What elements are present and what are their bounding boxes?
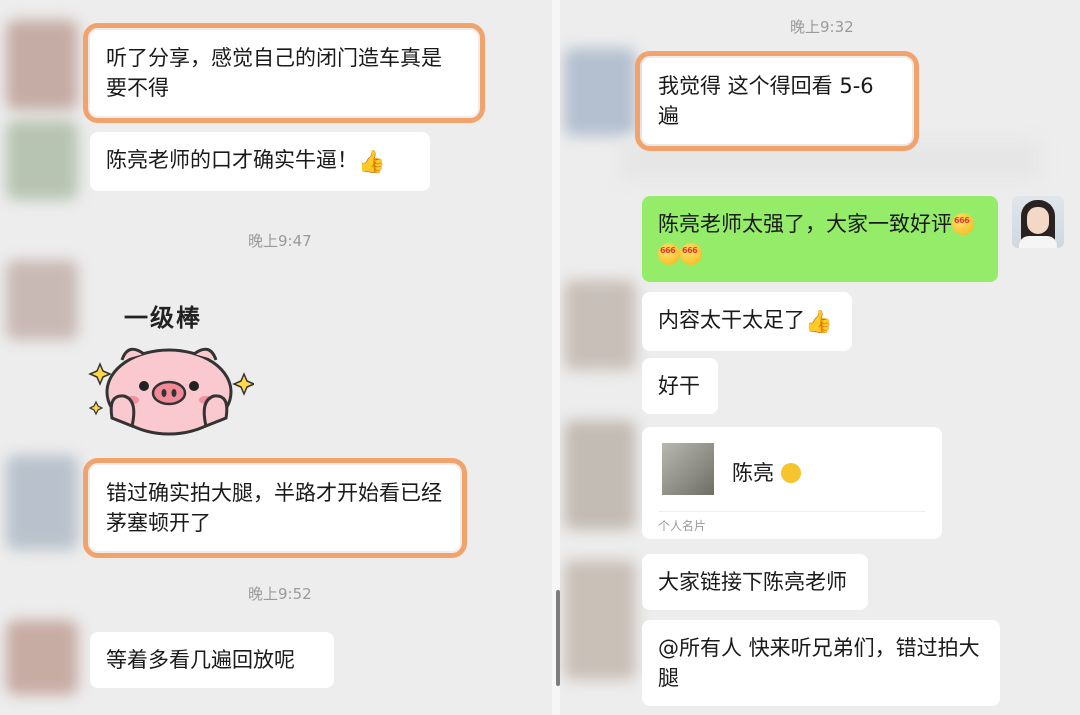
- blurred-avatar[interactable]: [564, 280, 636, 370]
- contact-name: 陈亮: [732, 457, 801, 487]
- message-text: 错过确实拍大腿，半路才开始看已经茅塞顿开了: [106, 481, 442, 535]
- timestamp: 晚上9:32: [790, 18, 854, 36]
- message-text: @所有人 快来听兄弟们，错过拍大腿: [658, 636, 980, 690]
- tongue-emoji-icon: [780, 463, 801, 483]
- blurred-avatar[interactable]: [6, 620, 78, 695]
- card-divider: [658, 511, 926, 512]
- sticker-caption: 一级棒: [124, 304, 202, 332]
- sent-message-bubble[interactable]: 陈亮老师太强了，大家一致好评: [642, 196, 998, 282]
- message-text: 我觉得 这个得回看 5-6 遍: [658, 74, 874, 128]
- blurred-avatar[interactable]: [6, 20, 78, 110]
- thumbs-up-icon: 👍: [805, 310, 833, 335]
- contact-card[interactable]: 陈亮 个人名片: [642, 427, 942, 539]
- blurred-avatar[interactable]: [6, 260, 78, 340]
- message-bubble[interactable]: 大家链接下陈亮老师: [642, 554, 868, 610]
- timestamp: 晚上9:47: [248, 232, 312, 250]
- message-bubble[interactable]: 内容太干太足了👍: [642, 292, 852, 351]
- message-text: 听了分享，感觉自己的闭门造车真是要不得: [106, 46, 442, 100]
- blurred-avatar[interactable]: [6, 455, 78, 550]
- timestamp: 晚上9:52: [248, 585, 312, 603]
- blurred-avatar[interactable]: [564, 420, 636, 530]
- thumbs-up-icon: 👍: [358, 150, 386, 175]
- emoji-666-icon: [952, 206, 974, 236]
- message-bubble[interactable]: 陈亮老师的口才确实牛逼！👍: [90, 132, 430, 191]
- emoji-666-icon: [658, 236, 680, 266]
- message-text: 内容太干太足了: [658, 308, 805, 332]
- message-text: 陈亮老师太强了，大家一致好评: [658, 212, 952, 236]
- message-text: 好干: [658, 374, 700, 398]
- message-bubble[interactable]: 听了分享，感觉自己的闭门造车真是要不得: [83, 23, 485, 123]
- message-bubble[interactable]: 等着多看几遍回放呢: [90, 632, 334, 688]
- self-avatar[interactable]: [1012, 196, 1064, 248]
- message-bubble[interactable]: 我觉得 这个得回看 5-6 遍: [635, 51, 919, 151]
- message-bubble[interactable]: 好干: [642, 358, 718, 414]
- blurred-avatar[interactable]: [6, 120, 78, 200]
- message-text: 等着多看几遍回放呢: [106, 648, 295, 672]
- blurred-avatar[interactable]: [564, 560, 636, 680]
- message-bubble[interactable]: 错过确实拍大腿，半路才开始看已经茅塞顿开了: [83, 458, 467, 558]
- card-type-label: 个人名片: [658, 519, 707, 533]
- contact-photo: [662, 443, 714, 495]
- blurred-avatar[interactable]: [564, 48, 636, 136]
- message-bubble[interactable]: @所有人 快来听兄弟们，错过拍大腿: [642, 620, 1000, 706]
- pig-sticker[interactable]: 一级棒: [84, 298, 256, 438]
- message-text: 大家链接下陈亮老师: [658, 570, 847, 594]
- left-chat-panel: 听了分享，感觉自己的闭门造车真是要不得 陈亮老师的口才确实牛逼！👍 晚上9:47…: [0, 0, 552, 715]
- blurred-region: [620, 140, 1040, 180]
- emoji-666-icon: [680, 236, 702, 266]
- message-text: 陈亮老师的口才确实牛逼！: [106, 148, 358, 172]
